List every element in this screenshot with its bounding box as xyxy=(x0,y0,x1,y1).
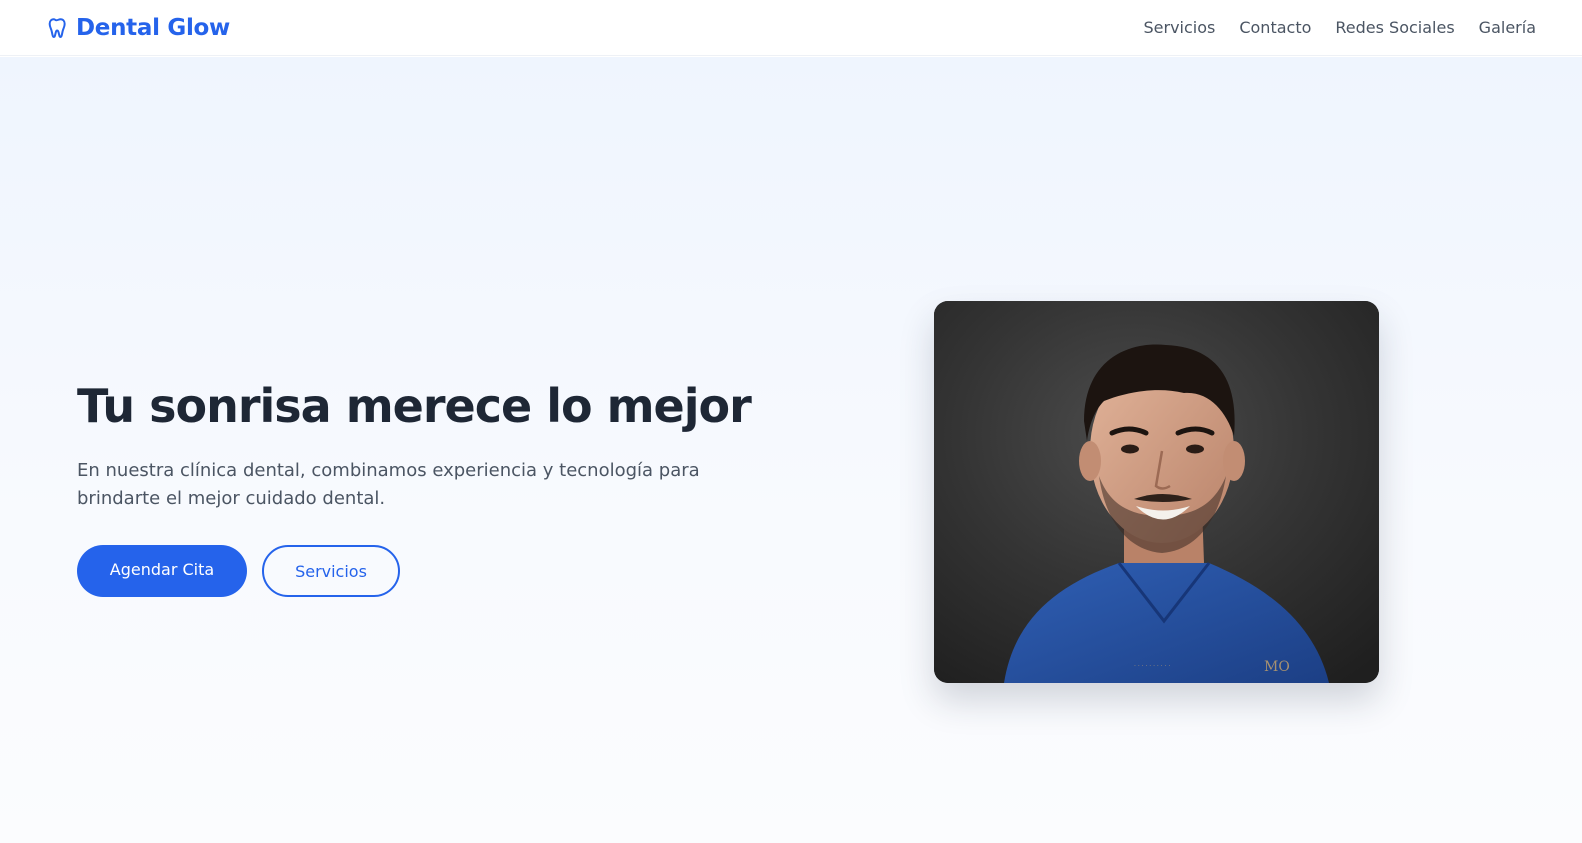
dentist-photo: · · · · · · · · · · MO xyxy=(934,301,1379,683)
hero-section: Tu sonrisa merece lo mejor En nuestra cl… xyxy=(0,57,1582,843)
nav-link-servicios[interactable]: Servicios xyxy=(1143,18,1215,37)
tooth-icon xyxy=(48,17,68,39)
brand-name: Dental Glow xyxy=(76,14,230,41)
main-nav: Servicios Contacto Redes Sociales Galerí… xyxy=(1143,18,1536,37)
brand-logo-link[interactable]: Dental Glow xyxy=(48,15,230,41)
navbar: Dental Glow Servicios Contacto Redes Soc… xyxy=(0,0,1582,56)
svg-text:· · · · · · · · · ·: · · · · · · · · · · xyxy=(1134,663,1170,670)
hero-title: Tu sonrisa merece lo mejor xyxy=(77,379,752,433)
nav-link-contacto[interactable]: Contacto xyxy=(1239,18,1311,37)
svg-text:MO: MO xyxy=(1264,659,1290,675)
nav-link-redes-sociales[interactable]: Redes Sociales xyxy=(1335,18,1454,37)
nav-link-galeria[interactable]: Galería xyxy=(1479,18,1536,37)
hero-subtitle: En nuestra clínica dental, combinamos ex… xyxy=(77,460,700,509)
services-button[interactable]: Servicios xyxy=(262,545,400,597)
book-appointment-button[interactable]: Agendar Cita xyxy=(77,545,247,597)
